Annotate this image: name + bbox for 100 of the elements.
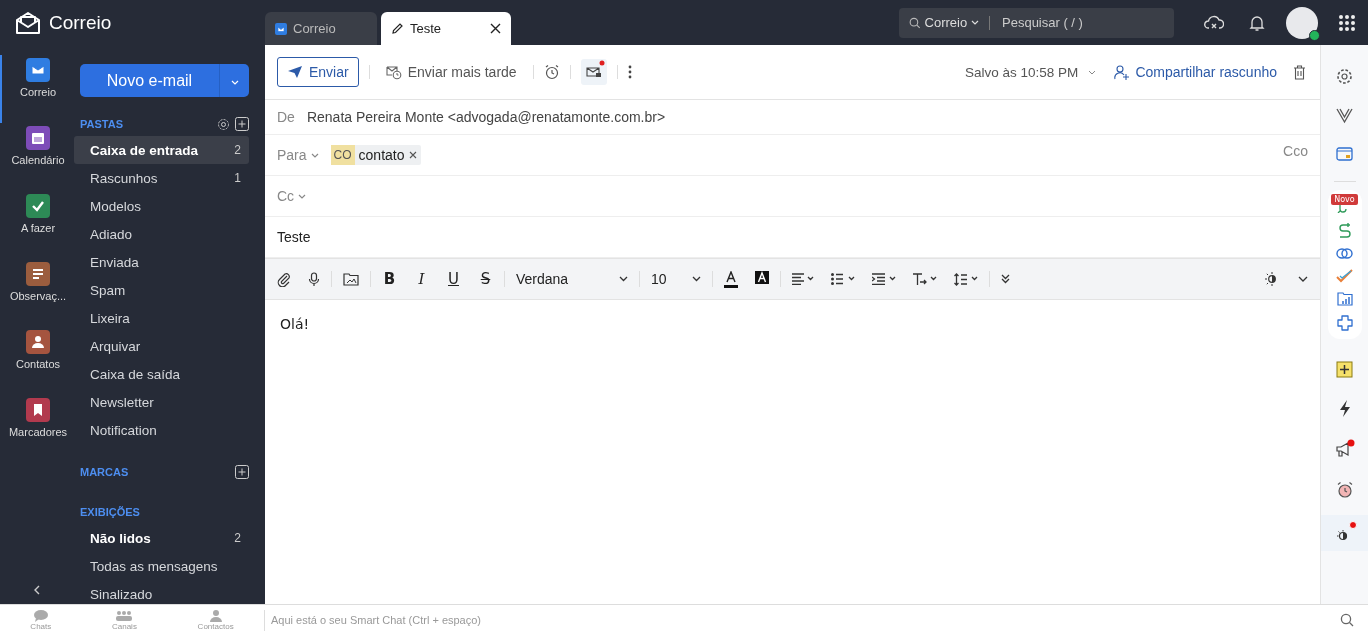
folder-item[interactable]: Spam [74, 276, 249, 304]
cc-dropdown[interactable]: Cc [277, 188, 307, 204]
font-size-dropdown[interactable]: 10 [651, 271, 701, 287]
folder-item[interactable]: Arquivar [74, 332, 249, 360]
checkmark-icon[interactable] [1336, 269, 1353, 283]
folder-item[interactable]: Lixeira [74, 304, 249, 332]
folder-item[interactable]: Modelos [74, 192, 249, 220]
chevron-down-icon[interactable] [1298, 276, 1308, 282]
collapse-icon[interactable] [33, 584, 41, 596]
chevron-down-icon [692, 276, 701, 282]
folder-item[interactable]: Caixa de entrada 2 [74, 136, 249, 164]
folder-item[interactable]: Newsletter [74, 388, 249, 416]
tab[interactable]: Correio [265, 12, 377, 45]
paperclip-icon[interactable] [277, 271, 291, 287]
field-label: De [277, 109, 295, 125]
chevron-down-icon [310, 152, 319, 158]
folder-item[interactable]: Rascunhos 1 [74, 164, 249, 192]
indent-icon[interactable] [872, 273, 896, 285]
nav-item[interactable]: Marcadores [0, 395, 74, 463]
nav-item[interactable]: Contatos [0, 327, 74, 395]
chevron-down-icon [619, 276, 628, 282]
send-button[interactable]: Enviar [277, 57, 359, 87]
folder-item[interactable]: Notification [74, 416, 249, 444]
saved-status: Salvo às 10:58 PM [965, 64, 1079, 80]
bcc-link[interactable]: Cco [1283, 143, 1308, 159]
microphone-icon[interactable] [308, 271, 320, 287]
recipient-chip[interactable]: CO contato [330, 145, 421, 165]
chart-folder-icon[interactable] [1336, 292, 1353, 306]
route-icon[interactable] [1336, 222, 1353, 238]
remove-icon[interactable] [408, 151, 417, 159]
new-badge: Novo [1331, 194, 1358, 205]
new-email-button[interactable]: Novo e-mail [80, 64, 219, 97]
view-item[interactable]: Não lidos 2 [74, 524, 249, 552]
wallet-icon[interactable] [1336, 146, 1353, 161]
app-title: Correio [49, 11, 112, 34]
double-chevron-down-icon[interactable] [1001, 274, 1010, 284]
text-style-button[interactable]: S [478, 270, 493, 288]
nav-item[interactable]: Calendário [0, 123, 74, 191]
more-options-icon[interactable] [627, 65, 632, 79]
chevron-down-icon [230, 80, 239, 85]
trash-icon[interactable] [1293, 64, 1306, 80]
bullet-list-icon[interactable] [831, 273, 855, 285]
online-status-dot [1309, 29, 1320, 41]
view-item[interactable]: Sinalizado [74, 580, 249, 608]
text-style-button[interactable]: U [446, 270, 461, 288]
search-scope-dropdown[interactable]: Correio [924, 15, 980, 30]
envelope-logo-icon [15, 10, 41, 35]
link-rings-icon[interactable] [1336, 247, 1353, 260]
alarm-clock-icon[interactable] [543, 64, 560, 80]
chat-bubble-icon [32, 609, 49, 622]
mail-icon [275, 22, 287, 35]
avatar[interactable] [1286, 6, 1318, 39]
group-icon [115, 609, 134, 622]
v-logo-icon[interactable] [1336, 107, 1353, 124]
font-dropdown[interactable]: Verdana [516, 271, 628, 287]
chevron-down-icon [971, 20, 980, 25]
chevron-down-icon [298, 193, 307, 199]
lightning-icon[interactable] [1338, 400, 1351, 417]
settings-icon[interactable] [1336, 68, 1353, 85]
app-grid-icon[interactable] [1338, 13, 1356, 32]
line-spacing-icon[interactable] [954, 272, 978, 286]
subject-field[interactable]: Teste [277, 229, 311, 245]
add-icon[interactable] [235, 117, 249, 131]
sticky-note-add-icon[interactable] [1336, 361, 1353, 378]
close-icon[interactable] [490, 23, 501, 34]
notification-bell-icon[interactable] [1248, 13, 1266, 32]
theme-toggle-button[interactable] [1320, 515, 1368, 551]
add-person-icon [1114, 64, 1131, 80]
text-style-button[interactable]: B [382, 270, 397, 288]
paper-plane-icon [287, 65, 303, 79]
search-icon [909, 15, 921, 30]
view-item[interactable]: Todas as mensagens [74, 552, 249, 580]
person-icon [208, 609, 223, 622]
search-field[interactable]: Correio Pesquisar ( / ) [899, 7, 1174, 38]
nav-item[interactable]: Observaç... [0, 259, 74, 327]
mail-lock-icon[interactable] [580, 59, 607, 85]
add-icon[interactable] [235, 465, 249, 479]
megaphone-icon[interactable] [1334, 439, 1355, 459]
puzzle-icon[interactable] [1336, 315, 1353, 331]
text-style-button[interactable]: I [414, 270, 429, 288]
to-dropdown[interactable]: Para [277, 147, 319, 163]
folder-item[interactable]: Enviada [74, 248, 249, 276]
section-title: PASTAS [80, 118, 123, 130]
align-left-icon[interactable] [792, 273, 814, 285]
search-icon[interactable] [1340, 613, 1354, 627]
text-direction-icon[interactable] [913, 272, 937, 286]
message-body[interactable]: Olá! [265, 300, 1320, 604]
image-folder-icon[interactable] [343, 272, 359, 286]
cloud-icon[interactable] [1204, 13, 1224, 32]
send-later-button[interactable]: Enviar mais tarde [379, 63, 523, 81]
pencil-icon [391, 22, 404, 35]
tab[interactable]: Teste [381, 12, 511, 45]
text-color-icon[interactable] [724, 270, 738, 288]
alarm-clock-icon[interactable] [1335, 481, 1354, 499]
folder-item[interactable]: Adiado [74, 220, 249, 248]
section-title: MARCAS [80, 466, 129, 478]
section-title: EXIBIÇÕES [80, 506, 140, 518]
folder-item[interactable]: Caixa de saída [74, 360, 249, 388]
share-draft-link[interactable]: Compartilhar rascunho [1114, 64, 1277, 80]
nav-item[interactable]: A fazer [0, 191, 74, 259]
